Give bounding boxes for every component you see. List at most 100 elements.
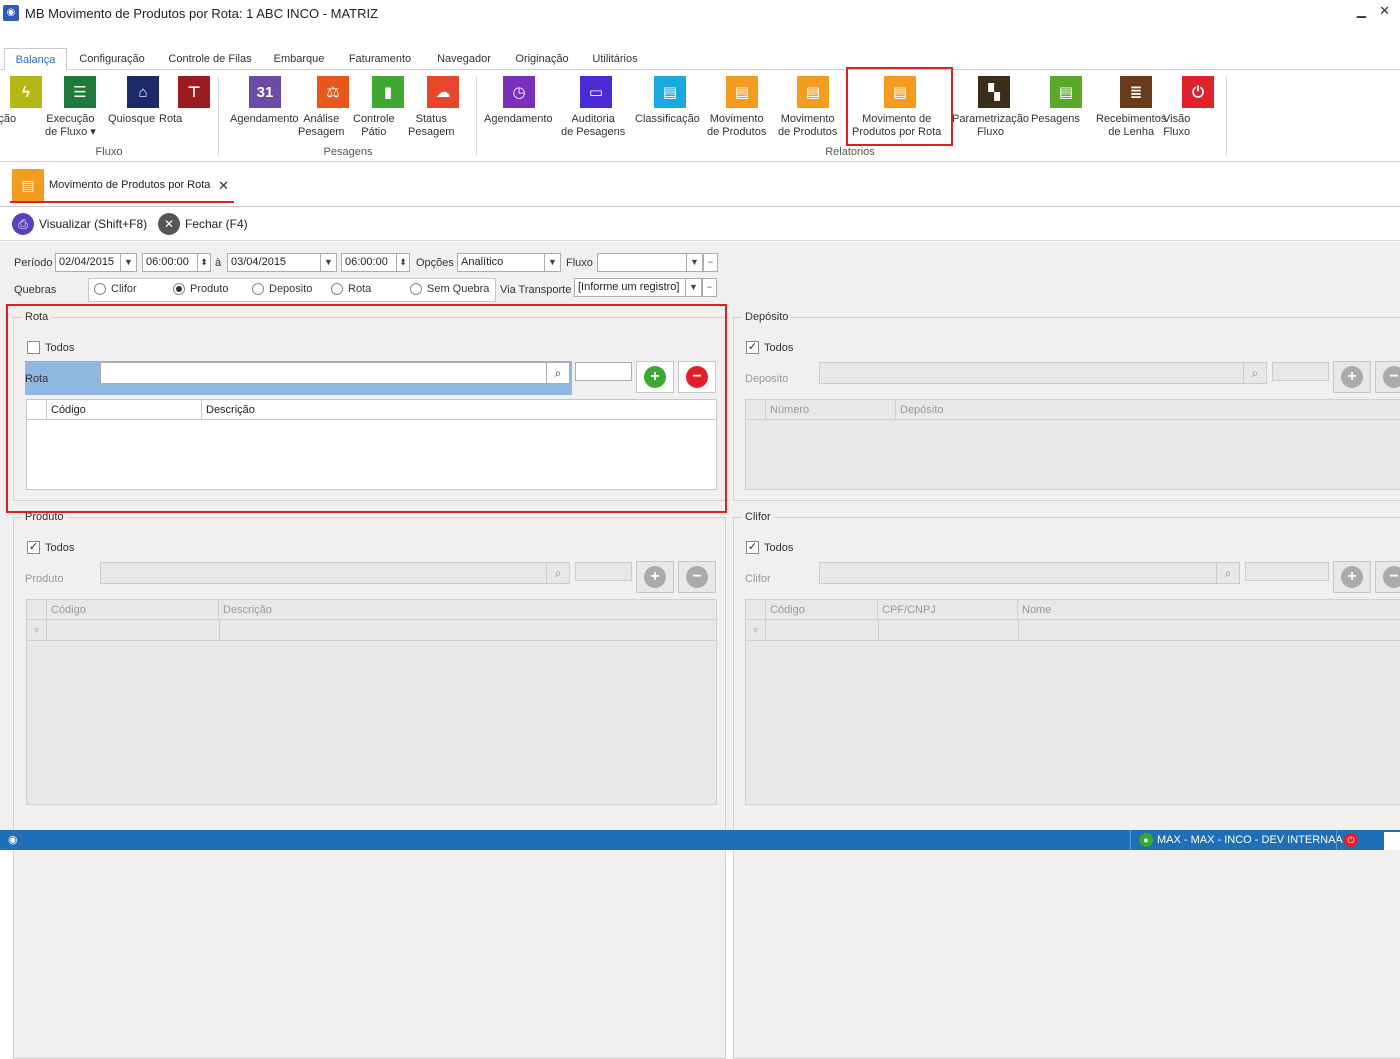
grid-filter-row[interactable]: ▿ [746, 620, 1400, 641]
fechar-label: Fechar (F4) [185, 217, 248, 231]
tab-embarque[interactable]: Embarque [266, 48, 332, 70]
ribbon-button-status-pesagem[interactable]: ☁ Status Pesagem [408, 76, 478, 138]
ribbon-button-pesagens[interactable]: ▤ Pesagens [1031, 76, 1101, 125]
remove-clifor-button[interactable]: − [1375, 561, 1400, 593]
visualizar-label: Visualizar (Shift+F8) [39, 217, 148, 231]
tab-faturamento[interactable]: Faturamento [340, 48, 420, 70]
ribbon-button-visao-fluxo[interactable]: ⏻ Visão Fluxo [1163, 76, 1233, 138]
gavel-icon: ⚖ [317, 76, 349, 108]
power-icon[interactable]: ⏻ [1344, 833, 1358, 847]
ribbon-button-auditoria-pesagens[interactable]: ▭ Auditoria de Pesagens [561, 76, 631, 138]
chevron-down-icon[interactable]: ▼ [544, 253, 561, 272]
clear-fluxo-button[interactable]: − [703, 253, 718, 272]
deposito-panel-title: Depósito [742, 311, 792, 323]
ribbon-button-execucao-fluxo[interactable]: ☰ Execução de Fluxo ▾ [45, 76, 115, 138]
clear-via-button[interactable]: − [702, 278, 717, 297]
clifor-todos-checkbox[interactable]: ✓ Todos [746, 541, 793, 554]
grid-col-codigo[interactable]: Código [766, 600, 878, 620]
spinner-icon[interactable]: ⬍ [197, 253, 211, 272]
search-icon[interactable]: ⌕ [1216, 562, 1240, 584]
chevron-down-icon[interactable]: ▼ [320, 253, 337, 272]
status-divider [1130, 830, 1131, 850]
ribbon-button-label: Agendamento [484, 113, 553, 125]
add-clifor-button[interactable]: + [1333, 561, 1371, 593]
opcoes-select[interactable]: Analítico [457, 253, 545, 272]
radio-rota[interactable]: Rota [331, 283, 371, 295]
grid-divider [1018, 620, 1019, 640]
ribbon-button-parametrizacao-fluxo[interactable]: ▚ Parametrização Fluxo [952, 76, 1036, 138]
clifor-search-input[interactable] [819, 562, 1217, 584]
opcoes-label: Opções [416, 257, 454, 269]
visualizar-button[interactable]: ⎙ Visualizar (Shift+F8) [12, 213, 147, 235]
doc-gear-icon: ▤ [1050, 76, 1082, 108]
time-from-input[interactable]: 06:00:00 [142, 253, 198, 272]
plus-icon: + [1341, 366, 1363, 388]
tab-balanca[interactable]: Balança [4, 48, 67, 70]
ribbon-button-label: Classificação [635, 113, 700, 125]
grid-filter-row[interactable]: ▿ [27, 620, 716, 641]
periodo-label: Período [14, 257, 53, 269]
ribbon-button-movimento-produtos-2[interactable]: ▤ Movimento de Produtos [778, 76, 848, 138]
close-window-button[interactable]: ✕ [1379, 3, 1390, 19]
date-to-input[interactable]: 03/04/2015 [227, 253, 321, 272]
ribbon-button-label: Parametrização Fluxo [952, 113, 1030, 138]
tab-navegador[interactable]: Navegador [428, 48, 500, 70]
ribbon-button-label: Quiosque [108, 113, 156, 125]
spinner-icon[interactable]: ⬍ [396, 253, 410, 272]
search-icon[interactable]: ⌕ [1243, 362, 1267, 384]
close-circle-icon: ✕ [158, 213, 180, 235]
close-tab-icon[interactable]: ✕ [218, 178, 229, 194]
tab-configuracao[interactable]: Configuração [72, 48, 152, 70]
add-deposito-button[interactable]: + [1333, 361, 1371, 393]
grid-col-descricao[interactable]: Descrição [219, 600, 716, 620]
grid-divider [878, 620, 879, 640]
remove-produto-button[interactable]: − [678, 561, 716, 593]
time-to-input[interactable]: 06:00:00 [341, 253, 397, 272]
chevron-down-icon[interactable]: ▼ [686, 253, 703, 272]
grid-col-nome[interactable]: Nome [1018, 600, 1400, 620]
grid-col-numero[interactable]: Número [766, 400, 896, 420]
ribbon-button-label: Controle Pátio [353, 113, 395, 138]
radio-produto[interactable]: Produto [173, 283, 229, 295]
add-produto-button[interactable]: + [636, 561, 674, 593]
date-from-input[interactable]: 02/04/2015 [55, 253, 121, 272]
chevron-down-icon[interactable]: ▼ [685, 278, 702, 297]
tab-utilitarios[interactable]: Utilitários [584, 48, 646, 70]
cloud-icon: ☁ [427, 76, 459, 108]
ribbon-button-classificacao[interactable]: ▤ Classificação [635, 76, 705, 125]
tab-controle-de-filas[interactable]: Controle de Filas [160, 48, 260, 70]
lightning-icon: ϟ [10, 76, 42, 108]
ribbon-group-pesagens: Pesagens [323, 146, 373, 158]
remove-deposito-button[interactable]: − [1375, 361, 1400, 393]
grid-header: Número Depósito [746, 400, 1400, 420]
grid-col-deposito[interactable]: Depósito [896, 400, 1400, 420]
deposito-todos-checkbox[interactable]: ✓ Todos [746, 341, 793, 354]
checker-icon: ▚ [978, 76, 1010, 108]
grid-col-cpf-cnpj[interactable]: CPF/CNPJ [878, 600, 1018, 620]
radio-clifor[interactable]: Clifor [94, 283, 137, 295]
via-transporte-select[interactable]: [Informe um registro] [574, 278, 686, 297]
deposito-search-input[interactable] [819, 362, 1244, 384]
radio-deposito[interactable]: Deposito [252, 283, 312, 295]
chevron-down-icon[interactable]: ▼ [120, 253, 137, 272]
minus-icon: − [686, 566, 708, 588]
ribbon-button-agendamento-pesagens[interactable]: 31 Agendamento [230, 76, 300, 125]
window-icon: ▭ [580, 76, 612, 108]
produto-search-input[interactable] [100, 562, 547, 584]
report-clock-icon: ◷ [503, 76, 535, 108]
produto-todos-checkbox[interactable]: ✓ Todos [27, 541, 74, 554]
action-toolbar: ⎙ Visualizar (Shift+F8) ✕ Fechar (F4) [0, 207, 1400, 241]
clifor-panel-title: Clifor [742, 511, 774, 523]
search-icon[interactable]: ⌕ [546, 562, 570, 584]
minimize-button[interactable]: ▁ [1357, 4, 1366, 18]
document-tab[interactable]: ▤ Movimento de Produtos por Rota ✕ [10, 169, 234, 203]
grid-col-codigo[interactable]: Código [47, 600, 219, 620]
ribbon-button-agendamento-relatorio[interactable]: ◷ Agendamento [484, 76, 554, 125]
ribbon-button-movimento-produtos-1[interactable]: ▤ Movimento de Produtos [707, 76, 777, 138]
tab-originacao[interactable]: Originação [508, 48, 576, 70]
fechar-button[interactable]: ✕ Fechar (F4) [158, 213, 248, 235]
grid-indicator-col [746, 400, 766, 420]
radio-sem-quebra[interactable]: Sem Quebra [410, 283, 489, 295]
signpost-icon: ⊤ [178, 76, 210, 108]
fluxo-select[interactable] [597, 253, 687, 272]
